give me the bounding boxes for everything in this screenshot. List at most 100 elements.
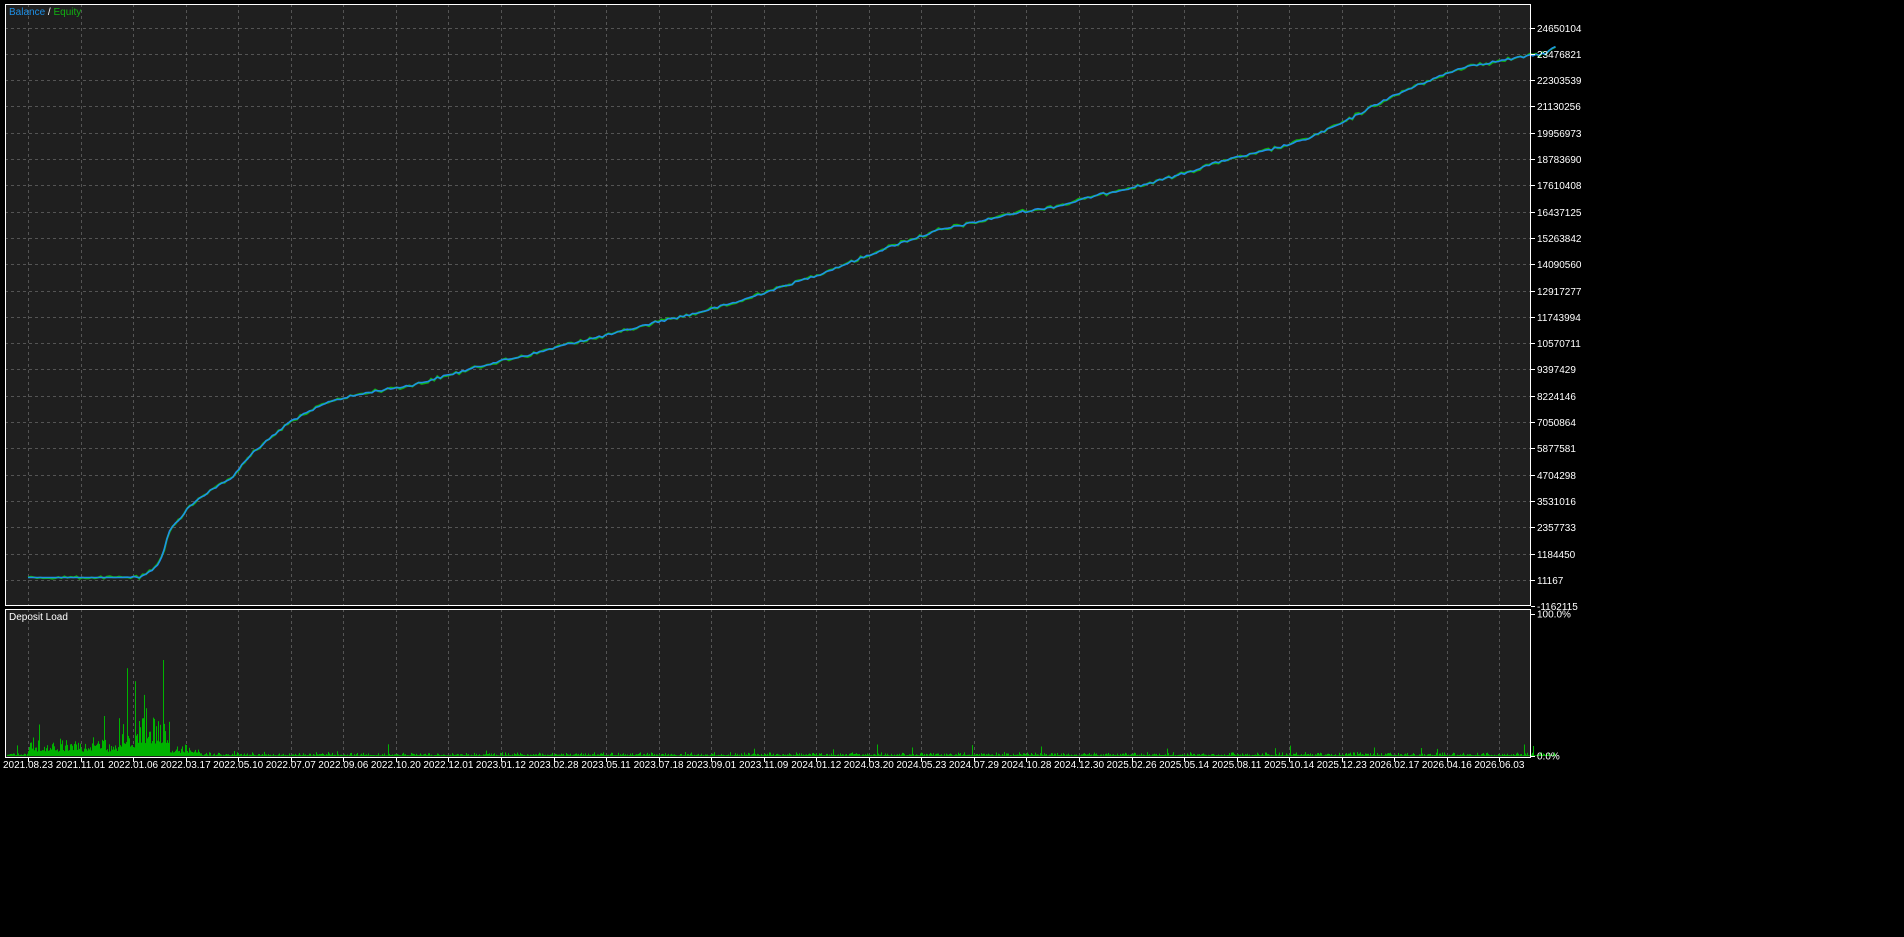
deposit-load-bar — [656, 754, 657, 756]
deposit-load-bar — [219, 753, 220, 756]
deposit-load-bar — [348, 755, 349, 756]
deposit-load-bar — [600, 753, 601, 756]
deposit-load-bar — [1201, 754, 1202, 756]
deposit-load-bar — [1432, 754, 1433, 756]
deposit-load-bar — [1085, 754, 1086, 756]
deposit-load-bar — [1275, 748, 1276, 756]
deposit-load-bar — [349, 754, 350, 756]
deposit-load-bar — [103, 740, 104, 756]
deposit-load-bar — [1250, 755, 1251, 756]
deposit-load-bar — [80, 743, 81, 756]
deposit-load-bar — [53, 742, 54, 756]
deposit-load-bar — [350, 753, 351, 756]
deposit-load-bar — [752, 754, 753, 756]
deposit-load-bar — [782, 754, 783, 756]
deposit-load-bar — [581, 752, 582, 756]
deposit-load-bar — [680, 754, 681, 756]
deposit-load-bar — [1358, 754, 1359, 756]
deposit-load-bar — [363, 752, 364, 756]
deposit-load-bar — [1132, 754, 1133, 756]
deposit-load-bar — [538, 754, 539, 756]
deposit-load-bar — [573, 754, 574, 756]
deposit-load-bar — [107, 749, 108, 756]
deposit-load-bar — [912, 747, 913, 756]
deposit-load-bar — [784, 755, 785, 756]
deposit-load-bar — [1464, 754, 1465, 756]
deposit-load-bar — [308, 755, 309, 756]
deposit-load-bar — [1046, 754, 1047, 756]
deposit-load-bar — [1047, 755, 1048, 756]
deposit-load-bar — [869, 754, 870, 756]
deposit-load-bar — [859, 754, 860, 756]
deposit-load-bar — [1214, 754, 1215, 756]
deposit-load-bar — [1436, 752, 1437, 756]
deposit-load-bar — [731, 755, 732, 756]
deposit-load-bar — [864, 755, 865, 756]
deposit-load-bar — [868, 754, 869, 756]
deposit-load-bar — [170, 752, 171, 756]
deposit-load-bar — [675, 754, 676, 756]
deposit-load-bar — [1216, 755, 1217, 756]
deposit-load-bar — [1406, 754, 1407, 756]
deposit-load-bar — [306, 755, 307, 756]
deposit-load-bar — [212, 755, 213, 756]
deposit-load-bar — [616, 755, 617, 756]
deposit-load-bar — [137, 734, 138, 756]
deposit-load-bar — [1290, 745, 1291, 756]
deposit-load-bar — [646, 754, 647, 756]
deposit-load-bar — [925, 755, 926, 756]
deposit-load-bar — [1238, 754, 1239, 756]
x-axis: 2021.08.23 2021.11.01 2022.01.06 2022.03.17… — [3, 758, 1525, 771]
deposit-load-bar — [711, 754, 712, 756]
deposit-load-bar — [346, 755, 347, 756]
deposit-load-bar — [207, 754, 208, 756]
deposit-load-bar — [1318, 753, 1319, 756]
deposit-load-bar — [304, 754, 305, 756]
deposit-load-bar — [1177, 755, 1178, 756]
deposit-load-bar — [1313, 755, 1314, 756]
deposit-load-bar — [954, 755, 955, 756]
deposit-load-bar — [254, 754, 255, 756]
deposit-load-bar — [1503, 755, 1504, 756]
deposit-load-bar — [1094, 752, 1095, 756]
deposit-load-bar — [838, 754, 839, 756]
deposit-load-bar — [14, 753, 15, 756]
deposit-load-bar — [771, 754, 772, 756]
deposit-load-bar — [1130, 754, 1131, 756]
deposit-load-bar — [1246, 754, 1247, 756]
deposit-load-bar — [394, 754, 395, 756]
deposit-load-bar — [760, 755, 761, 756]
deposit-load-bar — [1093, 754, 1094, 756]
deposit-load-bar — [571, 755, 572, 756]
deposit-load-bar — [858, 754, 859, 756]
deposit-load-bar — [1360, 752, 1361, 756]
deposit-load-bar — [1292, 755, 1293, 756]
deposit-load-bar — [627, 754, 628, 756]
deposit-load-bar — [466, 753, 467, 756]
deposit-load-bar — [687, 754, 688, 756]
deposit-load-bar — [1310, 753, 1311, 756]
deposit-load-bar — [747, 755, 748, 756]
deposit-load-bar — [979, 754, 980, 756]
deposit-load-bar — [471, 754, 472, 756]
deposit-load-bar — [800, 755, 801, 756]
deposit-load-bar — [1502, 753, 1503, 756]
deposit-load-bar — [922, 753, 923, 756]
deposit-load-bar — [617, 755, 618, 756]
deposit-load-bar — [810, 754, 811, 756]
deposit-load-bar — [95, 746, 96, 756]
main-y-axis: 2465010423476821223035392113025619956973… — [1531, 24, 1582, 613]
deposit-load-bar — [1427, 754, 1428, 756]
deposit-load-bar — [446, 755, 447, 756]
deposit-load-bar — [1186, 755, 1187, 756]
deposit-load-bar — [873, 754, 874, 756]
deposit-load-bar — [153, 717, 154, 756]
deposit-load-bar — [672, 754, 673, 756]
deposit-load-bar — [644, 754, 645, 756]
deposit-load-bar — [469, 755, 470, 756]
deposit-load-bar — [1408, 755, 1409, 756]
deposit-load-bar — [669, 755, 670, 756]
deposit-load-bar — [1517, 752, 1518, 756]
deposit-load-bar — [388, 744, 389, 756]
deposit-load-bar — [23, 754, 24, 756]
